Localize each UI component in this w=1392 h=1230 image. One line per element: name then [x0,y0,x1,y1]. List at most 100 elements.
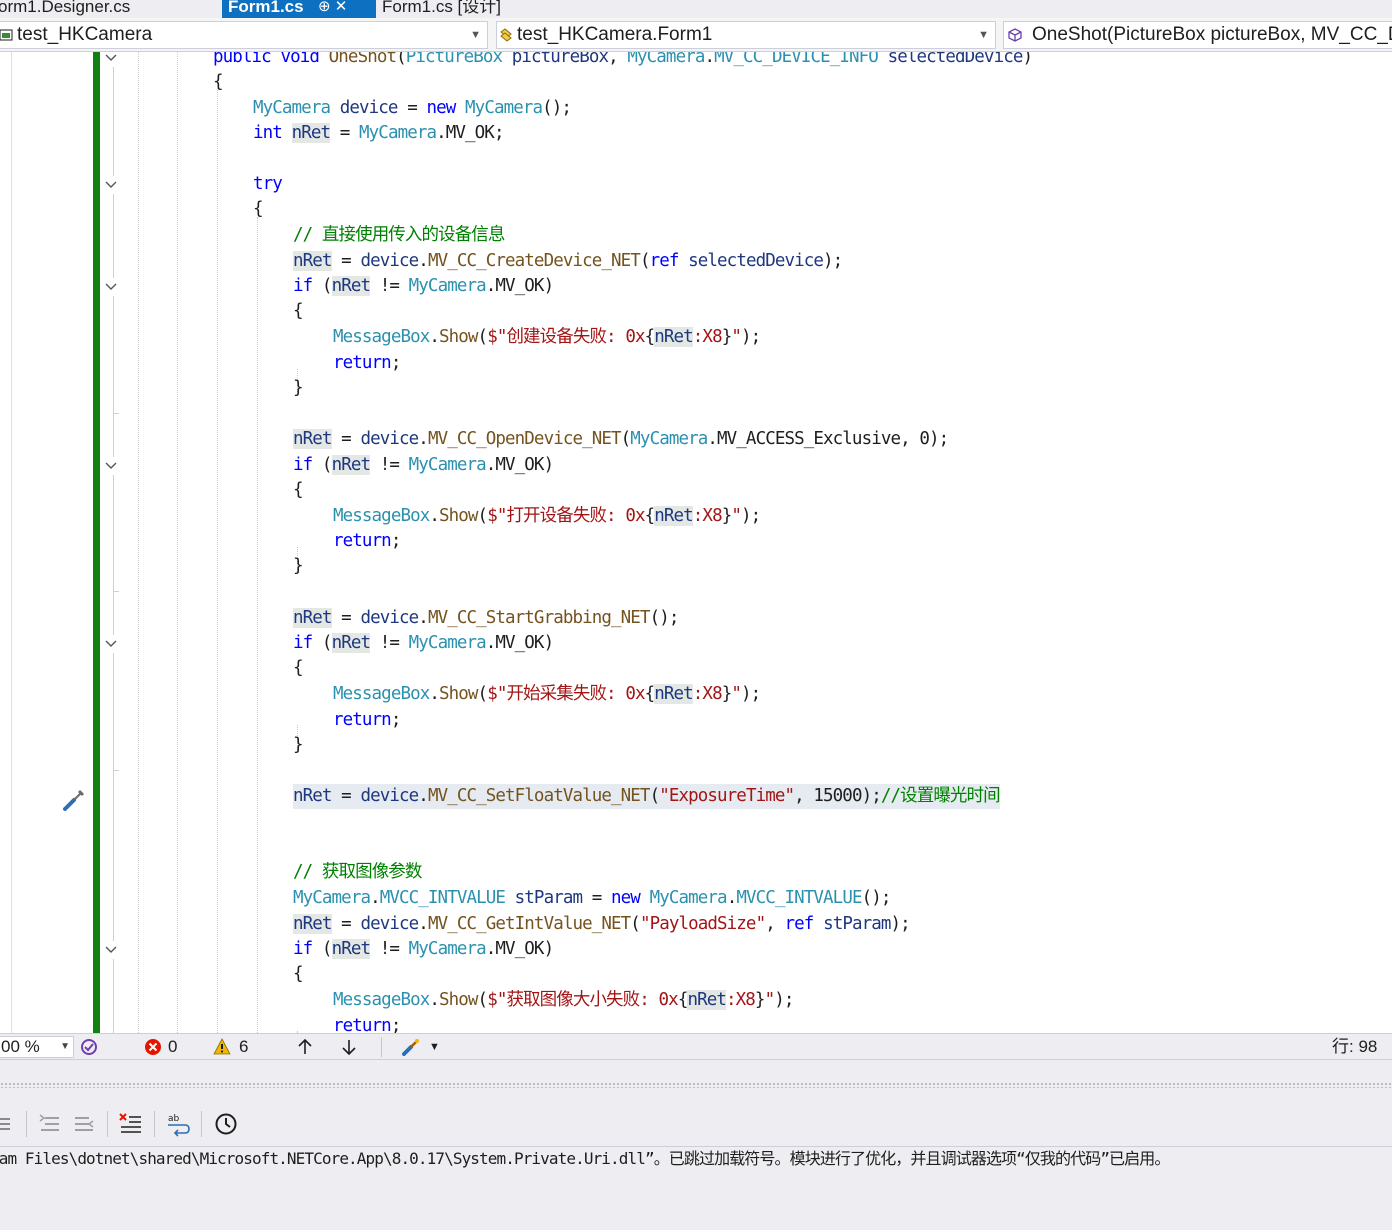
code-token: != [370,455,409,475]
code-token: (); [861,888,892,908]
go-to-next-message-icon[interactable] [71,1111,97,1137]
code-line[interactable]: MyCamera.MVCC_INTVALUE stParam = new MyC… [293,886,891,911]
code-line[interactable]: nRet = device.MV_CC_OpenDevice_NET(MyCam… [293,427,949,452]
code-line[interactable]: MessageBox.Show($"打开设备失败: 0x{nRet:X8}"); [333,504,761,529]
code-line[interactable]: return; [333,708,402,733]
code-line[interactable]: MessageBox.Show($"获取图像大小失败: 0x{nRet:X8}"… [333,988,794,1013]
code-token: MyCamera [408,939,487,959]
output-pane[interactable]: ram Files\dotnet\shared\Microsoft.NETCor… [0,1147,1392,1230]
code-token: " [731,684,742,704]
code-token: MV_CC_StartGrabbing_NET [427,608,651,628]
arrow-up-icon[interactable] [296,1038,314,1056]
code-token: ); [774,990,794,1010]
code-token: void [280,52,320,67]
code-token: ( [639,251,651,271]
health-indicator-icon[interactable] [80,1038,98,1056]
code-line[interactable]: if (nRet != MyCamera.MV_OK) [293,631,554,656]
code-token: ref [784,914,815,934]
code-line[interactable]: try [253,172,283,197]
code-token: if [293,455,313,475]
code-line[interactable]: } [293,554,304,579]
code-line[interactable]: MyCamera device = new MyCamera(); [253,96,572,121]
tab-pin-and-close-icon[interactable]: ⊕ ✕ [318,0,347,14]
screwdriver-icon[interactable] [62,786,88,812]
code-token: ( [312,455,333,475]
code-line[interactable]: // 获取图像参数 [293,860,422,885]
collapse-chevron-icon[interactable] [104,180,118,190]
tab-form1-cs[interactable]: Form1.cs ⊕ ✕ [222,0,376,18]
go-to-previous-message-icon[interactable] [37,1111,63,1137]
code-token: MVCC_INTVALUE [736,888,862,908]
code-line[interactable]: nRet = device.MV_CC_CreateDevice_NET(ref… [293,249,843,274]
collapse-chevron-icon[interactable] [104,53,118,63]
clear-all-icon[interactable] [118,1111,144,1137]
code-token: , [765,914,785,934]
code-token: } [721,327,733,347]
chevron-down-icon[interactable]: ▼ [429,1034,440,1060]
code-token: MV_CC_DEVICE_INFO [714,52,879,67]
tab-form1-design-view[interactable]: Form1.cs [设计] [378,0,578,18]
code-line[interactable]: { [293,962,304,987]
code-line[interactable]: nRet = device.MV_CC_StartGrabbing_NET(); [293,606,679,631]
code-token: ( [312,633,333,653]
code-line[interactable]: { [293,656,304,681]
code-token: ; [390,710,402,730]
class-dropdown[interactable]: test_HKCamera.Form1 ▼ [496,21,996,49]
code-line[interactable]: nRet = device.MV_CC_GetIntValue_NET("Pay… [293,912,911,937]
code-line[interactable]: MessageBox.Show($"开始采集失败: 0x{nRet:X8}"); [333,682,761,707]
output-toolbar: ab [0,1101,1392,1147]
code-token: pictureBox [511,52,609,67]
code-line[interactable]: public void OneShot(PictureBox pictureBo… [213,52,1033,70]
collapse-chevron-icon[interactable] [104,282,118,292]
panel-splitter-grip[interactable] [0,1071,1392,1101]
code-line[interactable]: } [293,733,304,758]
code-token: MessageBox [333,990,430,1010]
tab-label: Form1.cs [228,0,304,16]
class-name: test_HKCamera.Form1 [517,24,713,45]
code-line[interactable]: if (nRet != MyCamera.MV_OK) [293,453,554,478]
code-token: . [418,608,429,628]
toggle-word-wrap-icon[interactable]: ab [165,1111,191,1137]
code-line[interactable]: // 直接使用传入的设备信息 [293,223,505,248]
line-indicator: 行: 98 [1332,1037,1378,1056]
collapse-chevron-icon[interactable] [104,461,118,471]
code-line[interactable]: MessageBox.Show($"创建设备失败: 0x{nRet:X8}"); [333,325,761,350]
code-line[interactable]: if (nRet != MyCamera.MV_OK) [293,274,554,299]
project-dropdown[interactable]: test_HKCamera ▼ [0,21,488,49]
chevron-down-icon: ▼ [60,1041,70,1052]
clock-icon[interactable] [213,1111,239,1137]
code-line[interactable]: { [213,70,224,95]
arrow-down-icon[interactable] [340,1038,358,1056]
code-token: try [253,174,283,194]
code-line[interactable]: { [293,299,304,324]
member-dropdown[interactable]: OneShot(PictureBox pictureBox, MV_CC_D [1003,21,1392,49]
collapse-chevron-icon[interactable] [104,639,118,649]
code-line[interactable]: nRet = device.MV_CC_SetFloatValue_NET("E… [293,784,1001,809]
code-line[interactable]: return; [333,351,401,376]
code-editor[interactable]: public void OneShot(PictureBox pictureBo… [0,52,1392,1033]
zoom-dropdown[interactable]: 00 % ▼ [0,1036,74,1058]
code-line[interactable]: int nRet = MyCamera.MV_OK; [253,121,504,146]
code-token: } [293,735,304,755]
code-token: return [333,710,392,730]
code-token: ); [823,251,843,271]
code-line[interactable]: if (nRet != MyCamera.MV_OK) [293,937,554,962]
code-token: } [721,506,733,526]
code-token: return [333,353,392,373]
find-message-icon[interactable] [0,1111,16,1137]
code-line[interactable]: { [293,478,304,503]
code-token: "PayloadSize" [639,914,766,934]
brush-icon[interactable] [401,1038,423,1056]
code-line[interactable]: return; [333,529,401,554]
code-token: { [293,658,304,678]
error-icon[interactable] [144,1038,162,1056]
warning-icon[interactable] [213,1038,231,1056]
code-token: . [418,914,429,934]
tab-form1-designer[interactable]: orm1.Designer.cs [0,0,216,18]
code-line[interactable]: return; [333,1014,401,1033]
code-line[interactable]: } [293,376,304,401]
code-line[interactable]: { [253,197,264,222]
collapse-chevron-icon[interactable] [104,945,118,955]
